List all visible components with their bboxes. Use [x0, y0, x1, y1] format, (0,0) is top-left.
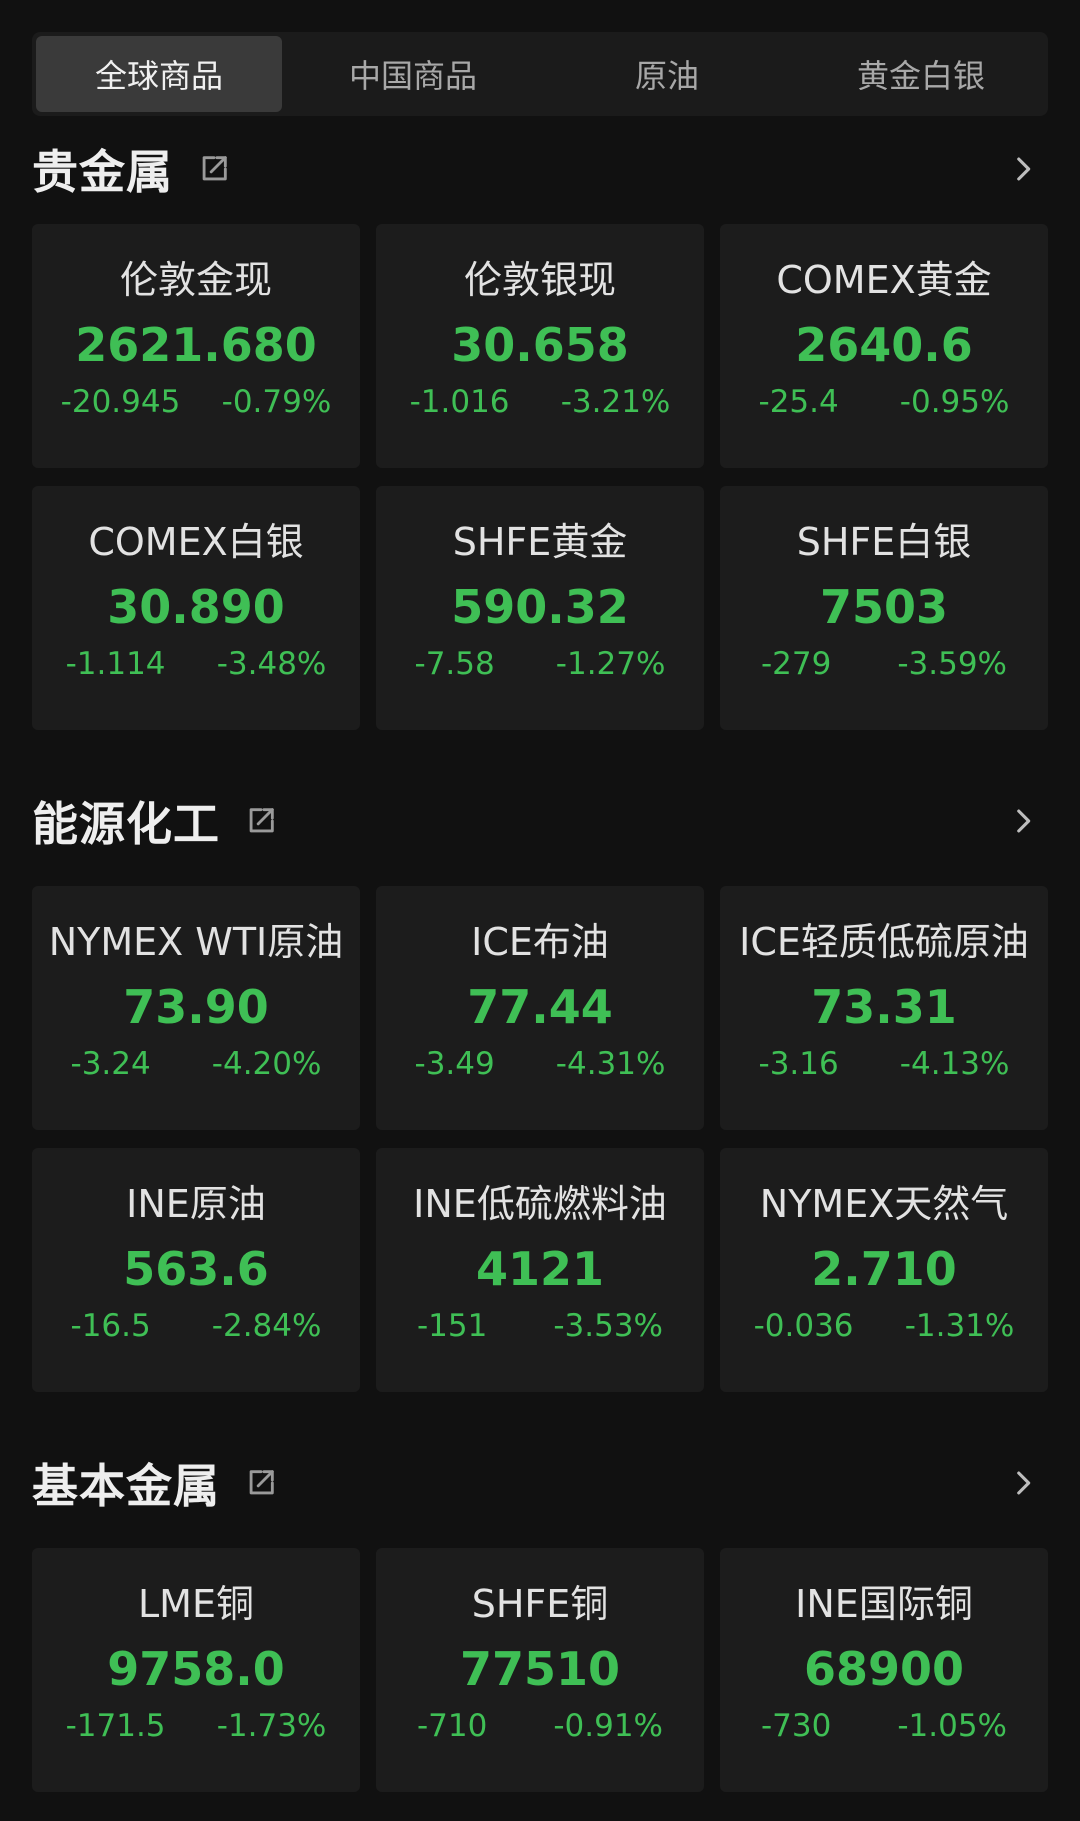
- quote-change: -20.945: [60, 384, 181, 420]
- tab-crude-oil[interactable]: 原油: [544, 36, 790, 112]
- quote-card[interactable]: NYMEX WTI原油 73.90 -3.24 -4.20%: [32, 886, 360, 1130]
- quote-name: ICE轻质低硫原油: [739, 920, 1029, 964]
- quote-price: 68900: [803, 1642, 965, 1696]
- quote-change: -1.114: [65, 646, 166, 682]
- quote-name: LME铜: [138, 1582, 254, 1626]
- quote-change: -25.4: [758, 384, 839, 420]
- quote-card[interactable]: INE国际铜 68900 -730 -1.05%: [720, 1548, 1048, 1792]
- quote-change: -171.5: [65, 1708, 166, 1744]
- share-icon[interactable]: [244, 804, 278, 838]
- precious-metals-grid: 伦敦金现 2621.680 -20.945 -0.79% 伦敦银现 30.658 …: [32, 224, 1048, 730]
- quote-card[interactable]: NYMEX天然气 2.710 -0.036 -1.31%: [720, 1148, 1048, 1392]
- base-metals-grid: LME铜 9758.0 -171.5 -1.73% SHFE铜 77510 -71…: [32, 1548, 1048, 1792]
- quote-name: NYMEX天然气: [759, 1182, 1009, 1226]
- quote-card[interactable]: 伦敦银现 30.658 -1.016 -3.21%: [376, 224, 704, 468]
- quote-change-pct: -0.95%: [899, 384, 1010, 420]
- quote-change-pct: -1.31%: [904, 1308, 1015, 1344]
- quote-price: 2640.6: [795, 318, 973, 372]
- quote-change: -3.49: [414, 1046, 495, 1082]
- quote-price: 73.31: [811, 980, 957, 1034]
- quote-name: COMEX黄金: [776, 258, 992, 302]
- quote-change: -279: [760, 646, 832, 682]
- quote-name: ICE布油: [471, 920, 609, 964]
- quote-card[interactable]: COMEX黄金 2640.6 -25.4 -0.95%: [720, 224, 1048, 468]
- energy-chemicals-grid: NYMEX WTI原油 73.90 -3.24 -4.20% ICE布油 77.4…: [32, 886, 1048, 1392]
- quote-name: 伦敦金现: [119, 258, 272, 302]
- quote-change: -1.016: [409, 384, 510, 420]
- quote-price: 590.32: [451, 580, 629, 634]
- tab-gold-silver[interactable]: 黄金白银: [798, 36, 1044, 112]
- quote-price: 9758.0: [107, 1642, 285, 1696]
- quote-change-pct: -1.27%: [555, 646, 666, 682]
- quote-price: 77510: [459, 1642, 621, 1696]
- chevron-right-icon[interactable]: [1006, 1466, 1040, 1500]
- quote-change: -730: [760, 1708, 832, 1744]
- section-header-energy-chemicals[interactable]: 能源化工: [32, 786, 1048, 856]
- quote-change-pct: -3.48%: [216, 646, 327, 682]
- quote-change-pct: -0.91%: [553, 1708, 663, 1744]
- quote-change-pct: -4.20%: [211, 1046, 322, 1082]
- quote-name: COMEX白银: [88, 520, 304, 564]
- quote-name: 伦敦银现: [463, 258, 616, 302]
- quote-change: -3.24: [70, 1046, 151, 1082]
- share-icon[interactable]: [244, 1466, 278, 1500]
- quote-card[interactable]: SHFE黄金 590.32 -7.58 -1.27%: [376, 486, 704, 730]
- quote-change-pct: -1.05%: [897, 1708, 1007, 1744]
- quote-price: 4121: [475, 1242, 605, 1296]
- section-title: 基本金属: [32, 1459, 220, 1513]
- quote-card[interactable]: COMEX白银 30.890 -1.114 -3.48%: [32, 486, 360, 730]
- quote-card[interactable]: LME铜 9758.0 -171.5 -1.73%: [32, 1548, 360, 1792]
- quote-price: 2621.680: [75, 318, 317, 372]
- quote-change: -3.16: [758, 1046, 839, 1082]
- quote-change: -0.036: [753, 1308, 854, 1344]
- quote-name: SHFE铜: [471, 1582, 609, 1626]
- chevron-right-icon[interactable]: [1006, 804, 1040, 838]
- quote-price: 2.710: [811, 1242, 957, 1296]
- tab-china-commodities[interactable]: 中国商品: [290, 36, 536, 112]
- category-tabbar: 全球商品 中国商品 原油 黄金白银: [32, 32, 1048, 116]
- chevron-right-icon[interactable]: [1006, 152, 1040, 186]
- quote-card[interactable]: SHFE铜 77510 -710 -0.91%: [376, 1548, 704, 1792]
- quote-change: -16.5: [70, 1308, 151, 1344]
- quote-price: 563.6: [123, 1242, 269, 1296]
- section-header-precious-metals[interactable]: 贵金属: [32, 134, 1048, 204]
- quote-name: NYMEX WTI原油: [48, 920, 344, 964]
- quote-change: -710: [416, 1708, 488, 1744]
- quote-name: INE国际铜: [795, 1582, 973, 1626]
- quote-name: INE低硫燃料油: [413, 1182, 667, 1226]
- quote-price: 73.90: [123, 980, 269, 1034]
- quote-name: SHFE黄金: [452, 520, 628, 564]
- quote-card[interactable]: 伦敦金现 2621.680 -20.945 -0.79%: [32, 224, 360, 468]
- quote-card[interactable]: ICE轻质低硫原油 73.31 -3.16 -4.13%: [720, 886, 1048, 1130]
- quote-change-pct: -2.84%: [211, 1308, 322, 1344]
- quote-change: -151: [416, 1308, 488, 1344]
- quote-change-pct: -0.79%: [221, 384, 332, 420]
- section-title: 能源化工: [32, 797, 220, 851]
- share-icon[interactable]: [197, 152, 231, 186]
- quote-card[interactable]: ICE布油 77.44 -3.49 -4.31%: [376, 886, 704, 1130]
- quote-price: 30.890: [107, 580, 285, 634]
- quote-change-pct: -3.21%: [560, 384, 671, 420]
- quote-change-pct: -4.13%: [899, 1046, 1010, 1082]
- quote-price: 77.44: [467, 980, 613, 1034]
- quote-name: INE原油: [126, 1182, 266, 1226]
- quote-change: -7.58: [414, 646, 495, 682]
- section-header-base-metals[interactable]: 基本金属: [32, 1448, 1048, 1518]
- section-title: 贵金属: [32, 145, 173, 199]
- quote-card[interactable]: SHFE白银 7503 -279 -3.59%: [720, 486, 1048, 730]
- quote-change-pct: -1.73%: [216, 1708, 327, 1744]
- quote-price: 30.658: [451, 318, 629, 372]
- quote-name: SHFE白银: [796, 520, 972, 564]
- quote-change-pct: -3.59%: [897, 646, 1007, 682]
- quote-change-pct: -3.53%: [553, 1308, 663, 1344]
- tab-global-commodities[interactable]: 全球商品: [36, 36, 282, 112]
- quote-card[interactable]: INE低硫燃料油 4121 -151 -3.53%: [376, 1148, 704, 1392]
- quote-change-pct: -4.31%: [555, 1046, 666, 1082]
- quote-card[interactable]: INE原油 563.6 -16.5 -2.84%: [32, 1148, 360, 1392]
- quote-price: 7503: [819, 580, 949, 634]
